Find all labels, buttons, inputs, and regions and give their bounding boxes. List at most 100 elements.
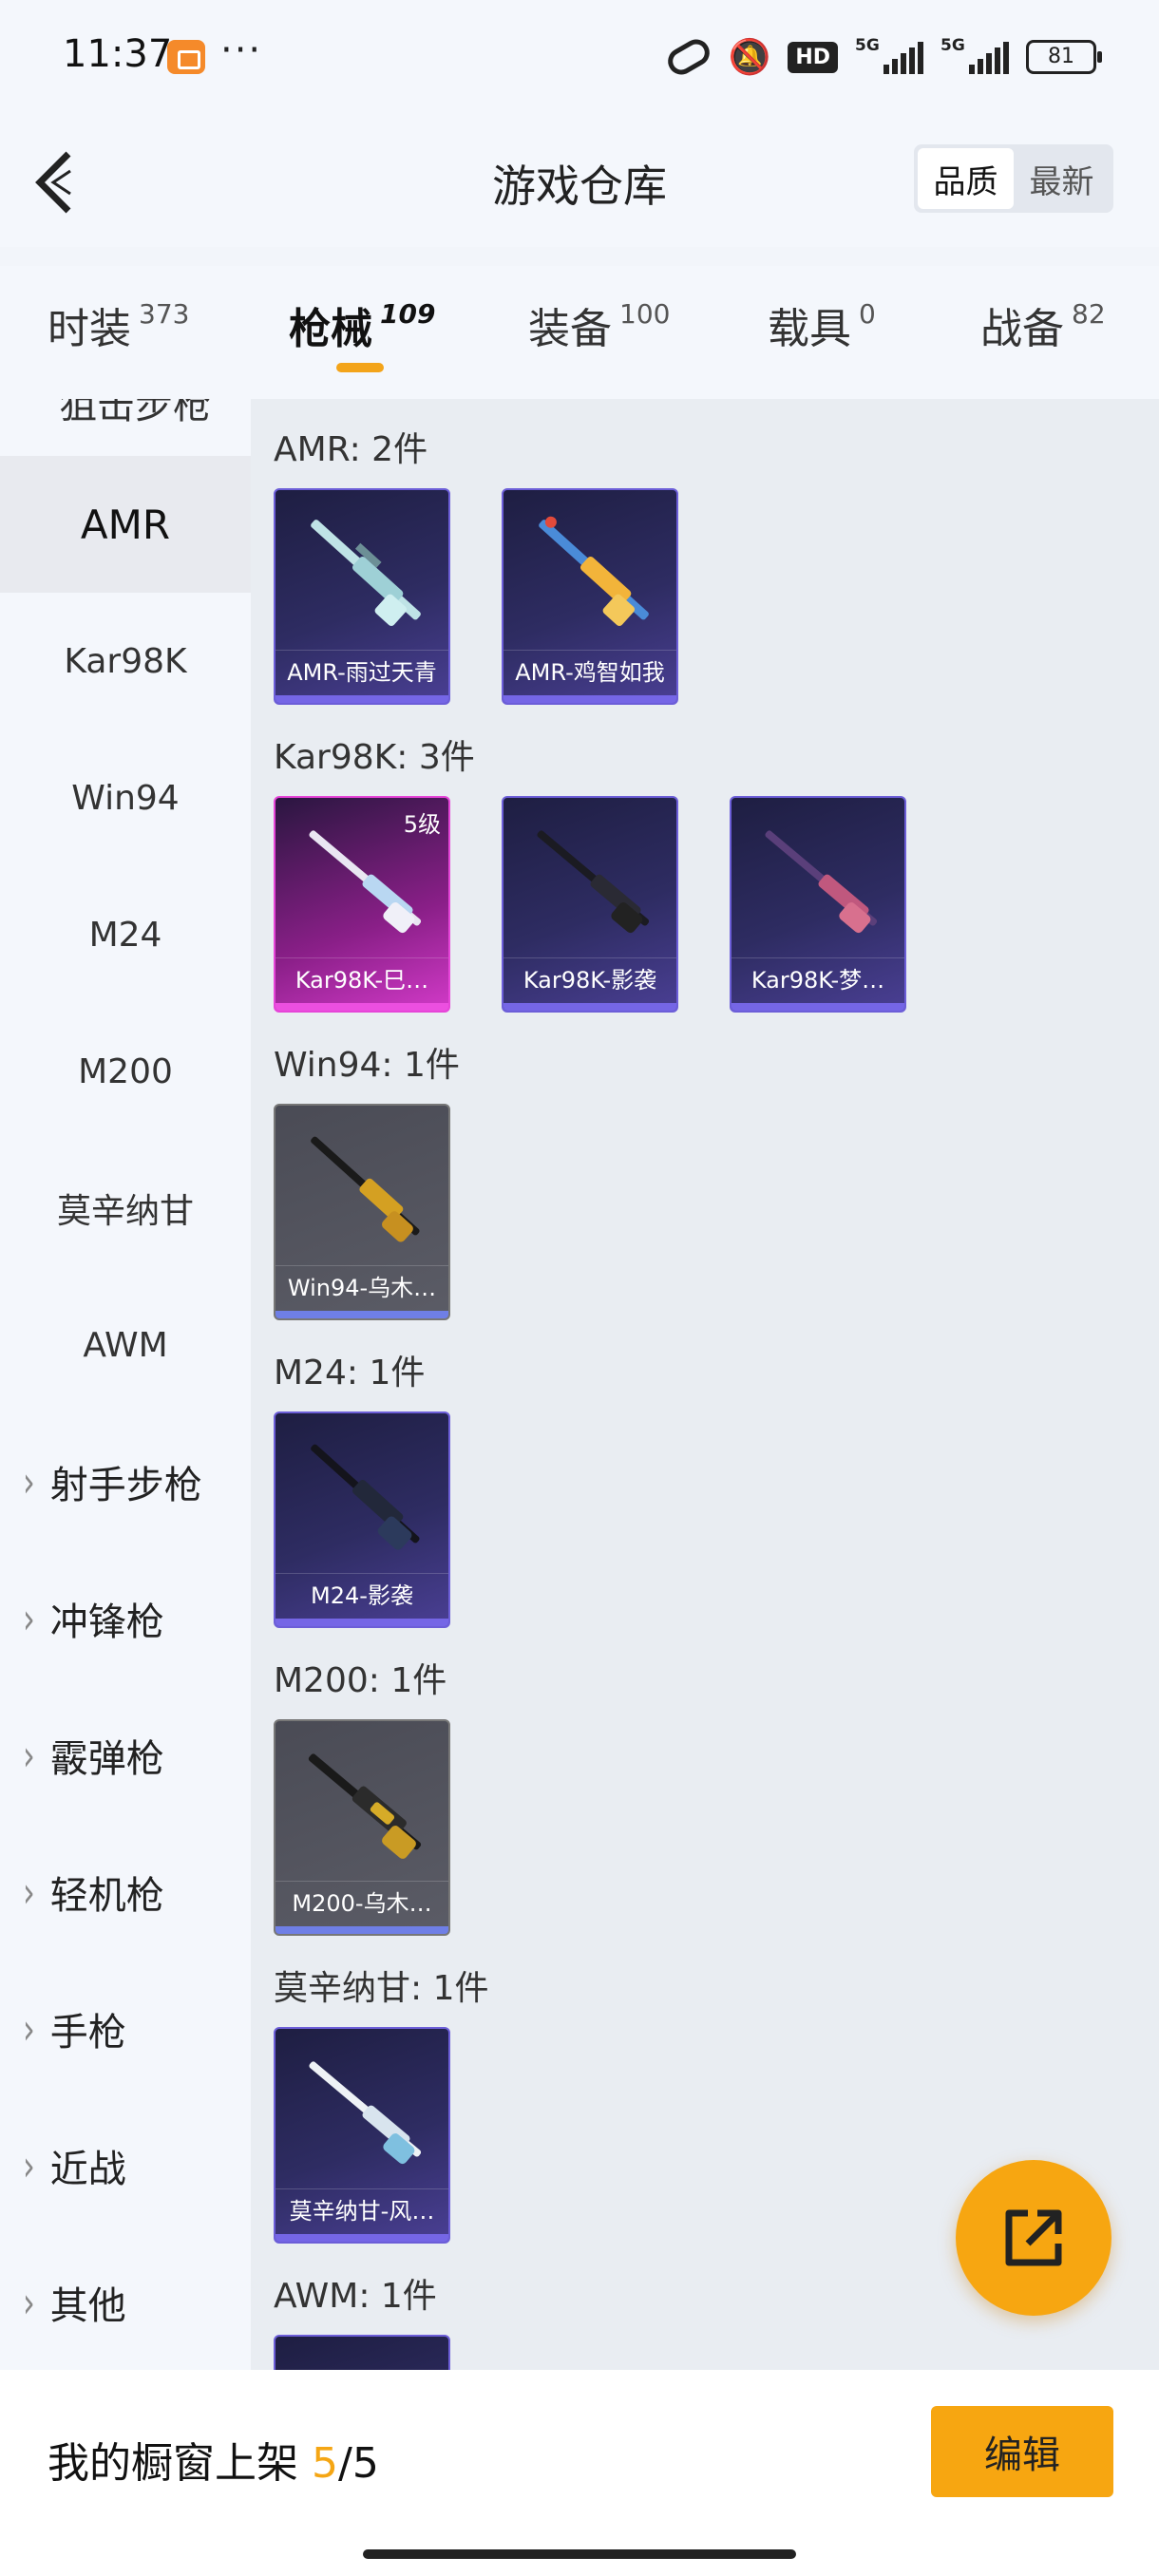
tab-count: 100 (619, 298, 671, 330)
rarity-bar (504, 695, 676, 703)
chevron-right-icon: › (23, 2140, 35, 2191)
section-title-mosin: 莫辛纳甘: 1件 (274, 1969, 489, 2008)
rarity-bar (276, 695, 448, 703)
tab-count: 373 (139, 298, 190, 330)
signal-icon-1: 5G (855, 36, 923, 74)
home-indicator[interactable] (363, 2549, 796, 2559)
tab-supplies[interactable]: 战备 82 (980, 294, 1106, 355)
rifle-icon (311, 1444, 420, 1550)
rarity-bar (732, 1003, 904, 1011)
section-title-m24: M24: 1件 (274, 1354, 426, 1392)
item-card[interactable]: AMR-雨过天青 (274, 488, 450, 705)
sidebar-category-melee[interactable]: › 近战 (0, 2097, 251, 2234)
sidebar-item-amr[interactable]: AMR (0, 456, 251, 593)
sidebar-category-label: 近战 (49, 2148, 126, 2191)
item-name: Kar98K-梦… (732, 957, 904, 1003)
item-name: Kar98K-影袭 (504, 957, 676, 1003)
chevron-right-icon: › (23, 1866, 35, 1918)
sidebar-category-pistol[interactable]: › 手枪 (0, 1960, 251, 2097)
sidebar-item-sniper-rifle[interactable]: 狙击步枪 (59, 399, 211, 429)
item-card[interactable]: Kar98K-影袭 (502, 796, 678, 1013)
chevron-right-icon: › (23, 1593, 35, 1644)
tab-label: 装备 (528, 305, 612, 353)
rifle-icon (539, 516, 649, 627)
rarity-bar (276, 1311, 448, 1318)
item-card[interactable] (274, 2335, 450, 2370)
rarity-bar (504, 1003, 676, 1011)
showcase-label: 我的橱窗上架 5/5 (48, 2429, 379, 2490)
status-bar: 11:37 ··· 🔕 HD 5G 5G 81 (0, 0, 1159, 114)
share-button[interactable] (956, 2160, 1112, 2316)
section-title-kar98k: Kar98K: 3件 (274, 738, 475, 777)
rifle-icon (309, 2061, 422, 2165)
app-notification-icon (167, 40, 205, 74)
sidebar-item-m200[interactable]: M200 (0, 1003, 251, 1140)
showcase-bar: 我的橱窗上架 5/5 编辑 (0, 2370, 1159, 2576)
sidebar-category-label: 霰弹枪 (49, 1737, 164, 1781)
item-name: 莫辛纳甘-风… (276, 2188, 448, 2234)
link-icon (663, 34, 715, 80)
hd-icon: HD (788, 41, 838, 73)
showcase-text: 我的橱窗上架 (48, 2439, 312, 2488)
chevron-right-icon: › (23, 2277, 35, 2328)
tab-equipment[interactable]: 装备 100 (528, 294, 670, 355)
showcase-total-count: /5 (338, 2439, 379, 2488)
rarity-bar (276, 1003, 448, 1011)
item-name: AMR-鸡智如我 (504, 650, 676, 695)
sort-newest-button[interactable]: 最新 (1014, 148, 1110, 209)
tab-label: 时装 (48, 305, 131, 353)
edit-button[interactable]: 编辑 (931, 2406, 1113, 2497)
weapon-list[interactable]: AMR: 2件 AMR-雨过天青 AMR-鸡智如我 Kar98K: 3件 5级 … (251, 399, 1159, 2370)
item-name: Win94-乌木… (276, 1265, 448, 1311)
rarity-bar (276, 1619, 448, 1626)
item-card[interactable]: 莫辛纳甘-风… (274, 2027, 450, 2244)
rifle-icon (309, 830, 422, 934)
header: 游戏仓库 品质 最新 (0, 114, 1159, 247)
rifle-icon (308, 1753, 422, 1859)
item-card[interactable]: M200-乌木… (274, 1719, 450, 1936)
section-title-awm: AWM: 1件 (274, 2277, 437, 2316)
chevron-right-icon: › (23, 1456, 35, 1507)
sort-toggle: 品质 最新 (914, 144, 1113, 213)
category-tabs: 时装 373 枪械 109 装备 100 载具 0 战备 82 (0, 266, 1159, 399)
item-card[interactable]: M24-影袭 (274, 1411, 450, 1628)
section-title-m200: M200: 1件 (274, 1661, 447, 1700)
sort-quality-button[interactable]: 品质 (918, 148, 1014, 209)
rarity-bar (276, 1926, 448, 1934)
item-name: M200-乌木… (276, 1881, 448, 1926)
item-card[interactable]: Kar98K-梦… (730, 796, 906, 1013)
sidebar-category-smg[interactable]: › 冲锋枪 (0, 1550, 251, 1687)
signal-icon-2: 5G (940, 36, 1009, 74)
chevron-right-icon: › (23, 2003, 35, 2055)
sidebar-category-label: 其他 (49, 2284, 126, 2328)
network-type-label: 5G (855, 36, 880, 55)
sidebar-item-kar98k[interactable]: Kar98K (0, 593, 251, 729)
tab-firearms[interactable]: 枪械 109 (289, 294, 435, 355)
more-notifications-icon: ··· (220, 28, 263, 72)
chevron-right-icon: › (23, 1730, 35, 1781)
rarity-bar (276, 2234, 448, 2242)
section-title-amr: AMR: 2件 (274, 430, 428, 469)
weapon-sidebar[interactable]: 狙击步枪 AMR Kar98K Win94 M24 M200 莫辛纳甘 AWM … (0, 399, 251, 2370)
rifle-icon (311, 1136, 420, 1242)
sidebar-item-awm[interactable]: AWM (0, 1277, 251, 1413)
item-name: AMR-雨过天青 (276, 650, 448, 695)
showcase-current-count: 5 (312, 2439, 338, 2488)
sidebar-category-lmg[interactable]: › 轻机枪 (0, 1824, 251, 1960)
item-card[interactable]: AMR-鸡智如我 (502, 488, 678, 705)
sidebar-item-mosin[interactable]: 莫辛纳甘 (0, 1140, 251, 1277)
rifle-icon (311, 520, 421, 627)
sidebar-item-win94[interactable]: Win94 (0, 729, 251, 866)
sidebar-item-m24[interactable]: M24 (0, 866, 251, 1003)
item-card[interactable]: Win94-乌木… (274, 1104, 450, 1320)
tab-costume[interactable]: 时装 373 (48, 294, 189, 355)
sidebar-category-dmr[interactable]: › 射手步枪 (0, 1413, 251, 1550)
item-name: M24-影袭 (276, 1573, 448, 1619)
sidebar-category-label: 射手步枪 (49, 1464, 202, 1507)
tab-vehicles[interactable]: 载具 0 (768, 294, 876, 355)
tab-label: 战备 (980, 305, 1064, 353)
sidebar-category-other[interactable]: › 其他 (0, 2234, 251, 2370)
sidebar-category-shotgun[interactable]: › 霰弹枪 (0, 1687, 251, 1824)
item-card[interactable]: 5级 Kar98K-巳… (274, 796, 450, 1013)
active-tab-indicator (336, 363, 384, 372)
